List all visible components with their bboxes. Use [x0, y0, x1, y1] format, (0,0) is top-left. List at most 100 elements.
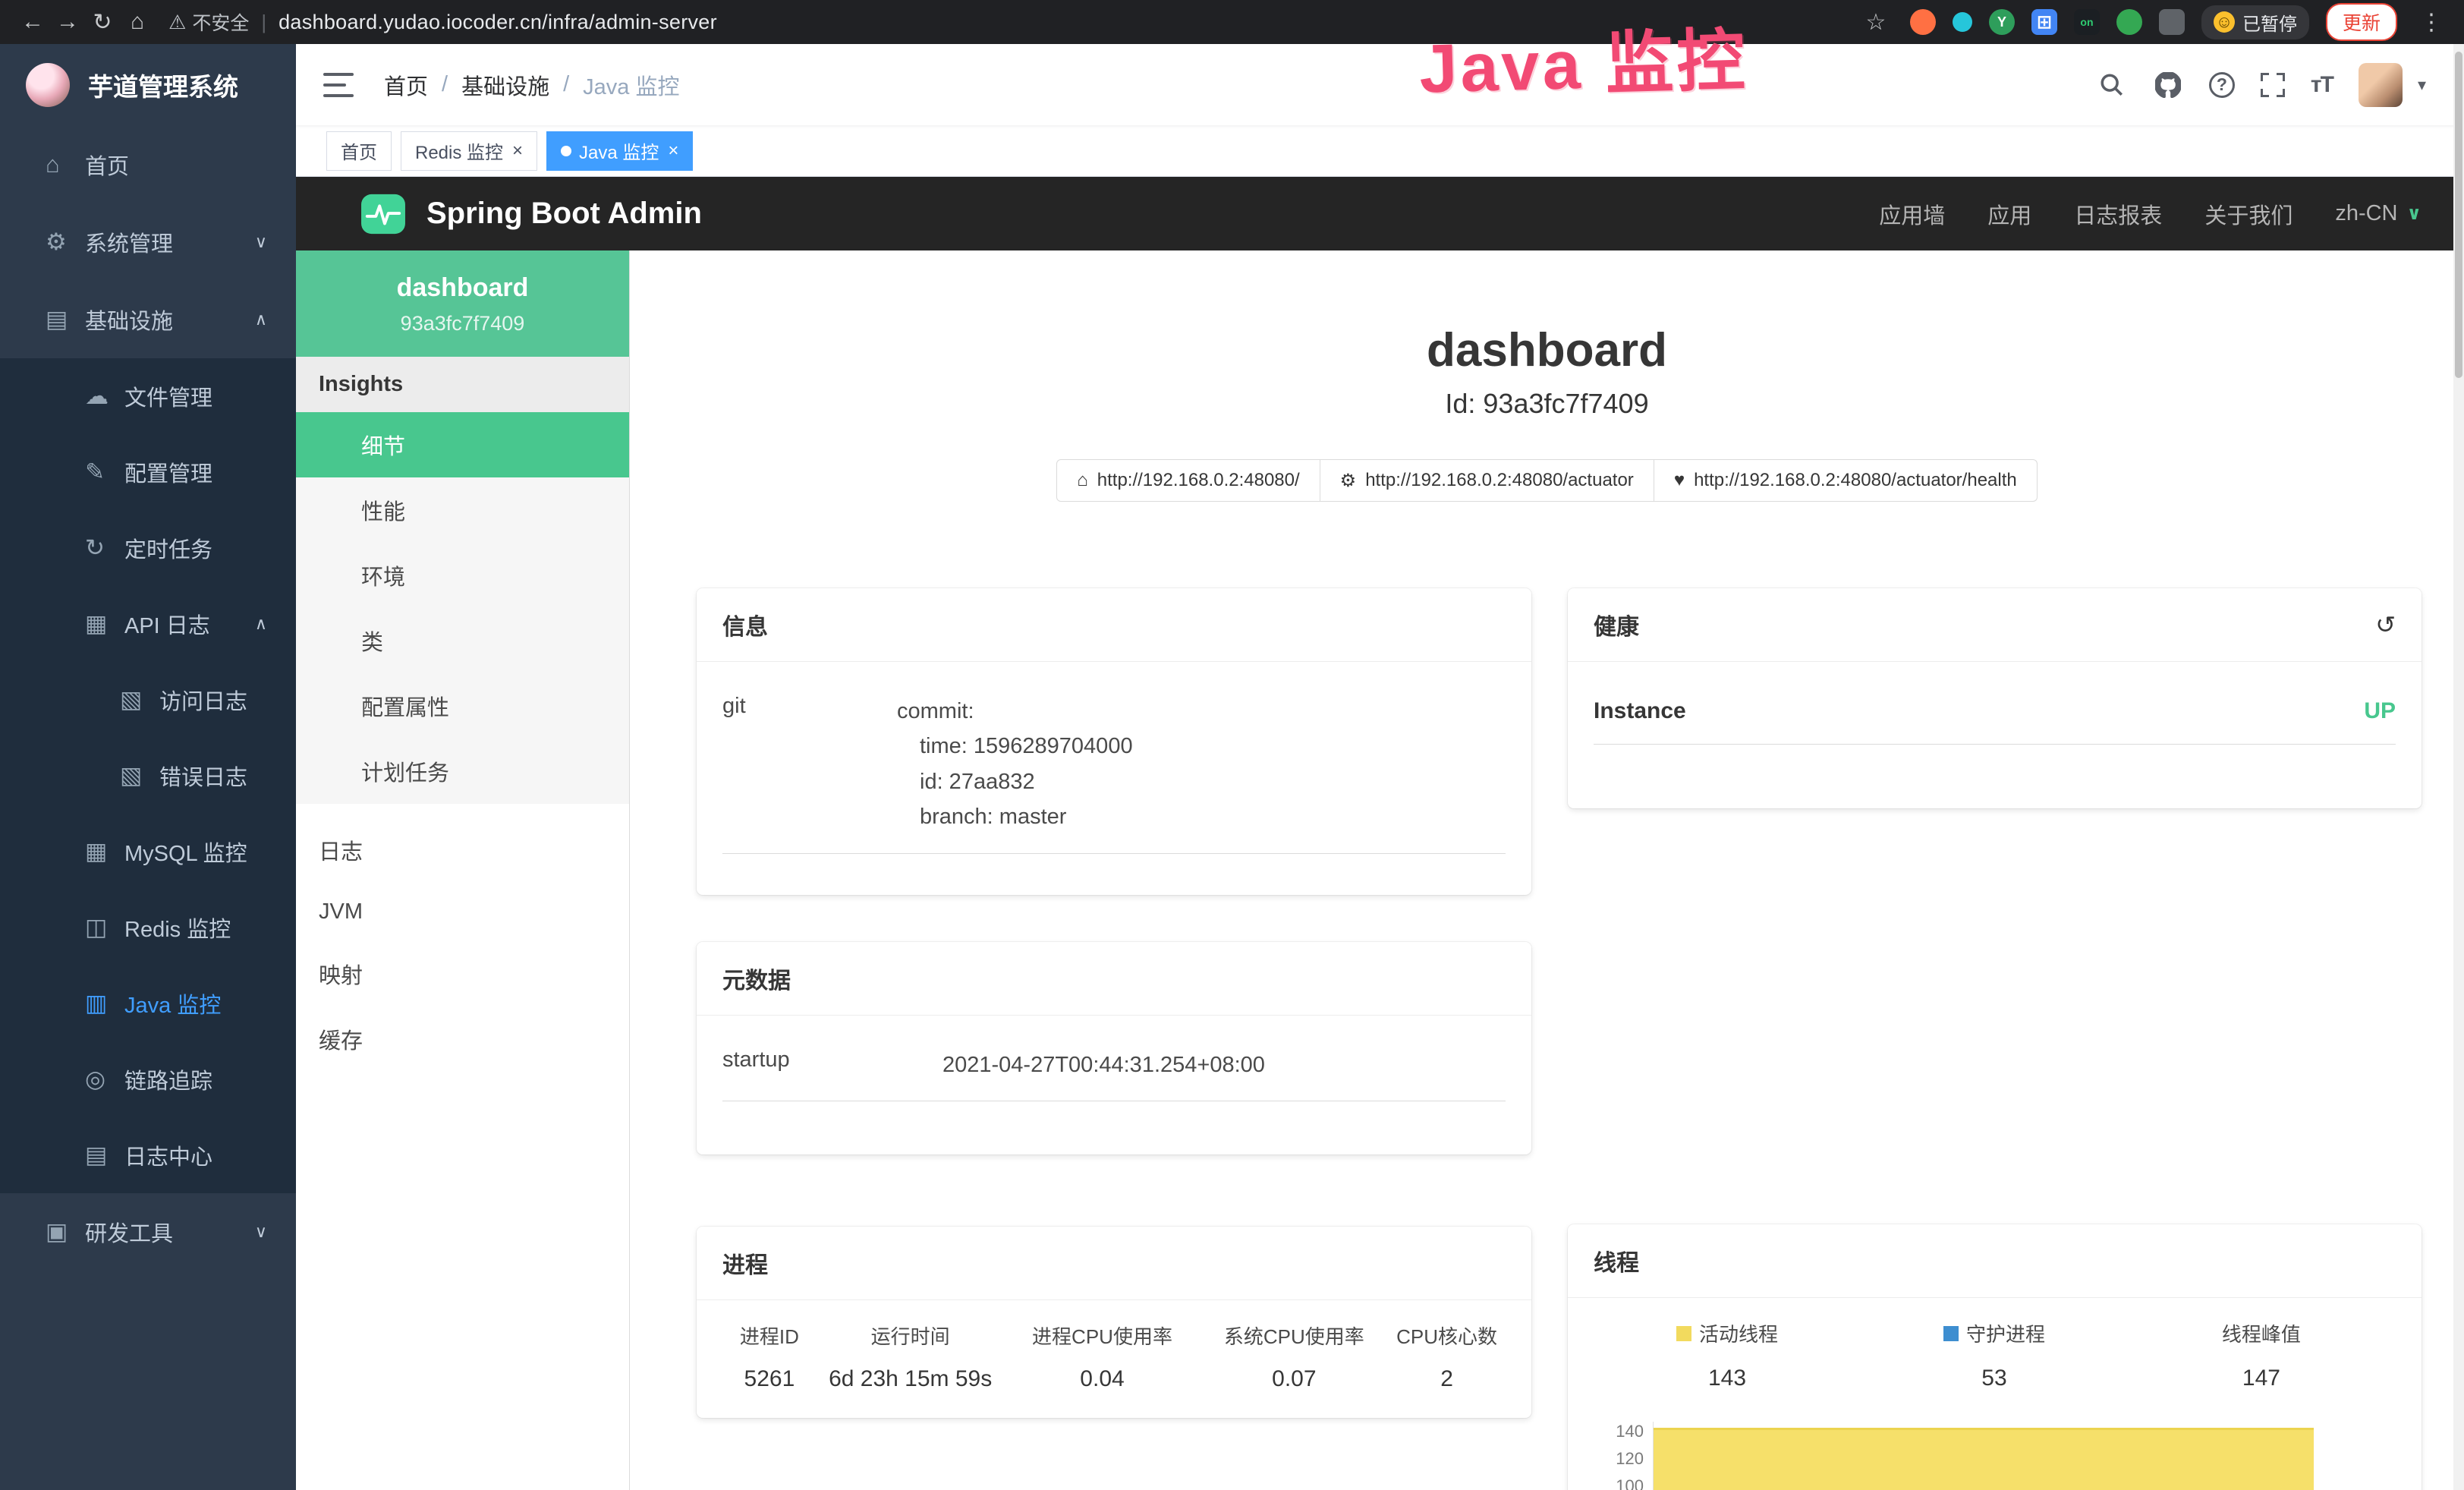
sba-menu-logs[interactable]: 日志	[296, 817, 629, 883]
chevron-up-icon: ∧	[255, 614, 267, 634]
sidebar-item-label: 配置管理	[124, 456, 212, 488]
sba-brand-title[interactable]: Spring Boot Admin	[426, 197, 702, 231]
github-icon[interactable]	[2153, 70, 2183, 100]
cloud-icon: ☁	[85, 383, 124, 410]
sba-language-selector[interactable]: zh-CN ∨	[2335, 201, 2422, 226]
sidebar-item-infrastructure[interactable]: ▤ 基础设施 ∧	[0, 281, 296, 358]
sidebar-item-file-mgmt[interactable]: ☁ 文件管理	[0, 358, 296, 434]
sba-menu-performance[interactable]: 性能	[296, 477, 629, 543]
sidebar-toggle-icon[interactable]	[323, 73, 354, 97]
document-icon: ▦	[85, 610, 124, 638]
fullscreen-icon[interactable]	[2261, 73, 2285, 97]
monitor-icon: ▥	[85, 990, 124, 1017]
extension-icon-green-y[interactable]: Y	[1989, 9, 2015, 35]
browser-reload-icon[interactable]: ↻	[85, 9, 120, 36]
extension-icon-cyan[interactable]	[1953, 12, 1972, 32]
breadcrumb-home[interactable]: 首页	[384, 69, 428, 101]
search-icon[interactable]	[2097, 70, 2127, 100]
sidebar-item-java-monitor[interactable]: ▥ Java 监控	[0, 966, 296, 1041]
sidebar-item-home[interactable]: ⌂ 首页	[0, 126, 296, 203]
chevron-down-icon: ∨	[2407, 203, 2422, 225]
browser-home-icon[interactable]: ⌂	[120, 9, 155, 35]
page-scrollbar[interactable]	[2453, 44, 2464, 1490]
extension-icon-leaf[interactable]	[2116, 9, 2142, 35]
git-id-line: id: 27aa832	[897, 764, 1506, 799]
sidebar-item-redis-monitor[interactable]: ◫ Redis 监控	[0, 890, 296, 966]
sba-nav-about[interactable]: 关于我们	[2204, 198, 2292, 230]
sidebar-item-log-center[interactable]: ▤ 日志中心	[0, 1117, 296, 1193]
sba-nav-journal[interactable]: 日志报表	[2074, 198, 2162, 230]
sba-menu-details[interactable]: 细节	[296, 412, 629, 477]
process-table: 进程ID 5261 运行时间 6d 23h 15m 59s	[722, 1321, 1506, 1392]
sidebar-item-label: 文件管理	[124, 380, 212, 412]
browser-back-icon[interactable]: ←	[15, 9, 50, 35]
health-url-link[interactable]: ♥ http://192.168.0.2:48080/actuator/heal…	[1654, 459, 2038, 502]
legend-color-blue	[1943, 1326, 1959, 1341]
sba-menu-config-props[interactable]: 配置属性	[296, 673, 629, 739]
chrome-update-button[interactable]: 更新	[2326, 3, 2397, 41]
tab-home[interactable]: 首页	[326, 131, 392, 171]
sba-menu-jvm[interactable]: JVM	[296, 883, 629, 941]
service-url-link[interactable]: ⌂ http://192.168.0.2:48080/	[1056, 459, 1320, 502]
sba-menu-scheduled-tasks[interactable]: 计划任务	[296, 739, 629, 804]
logo-avatar	[26, 63, 70, 107]
sba-nav-applications[interactable]: 应用	[1987, 198, 2031, 230]
extension-icon-grid[interactable]: ⊞	[2031, 9, 2057, 35]
sidebar-item-tracing[interactable]: ◎ 链路追踪	[0, 1041, 296, 1117]
live-threads-area	[1654, 1428, 2314, 1490]
info-git-row: git commit: time: 1596289704000 id: 27aa…	[722, 683, 1506, 854]
sidebar-item-access-logs[interactable]: ▧ 访问日志	[0, 662, 296, 738]
tab-java-monitor[interactable]: Java 监控 ×	[546, 131, 693, 171]
sidebar-item-mysql-monitor[interactable]: ▦ MySQL 监控	[0, 814, 296, 890]
extension-icon-orange[interactable]	[1910, 9, 1936, 35]
browser-forward-icon[interactable]: →	[50, 9, 85, 35]
browser-menu-kebab-icon[interactable]: ⋮	[2414, 9, 2449, 36]
sba-logo-icon	[360, 193, 407, 235]
process-col-cpus: CPU核心数 2	[1388, 1321, 1506, 1392]
spring-boot-admin-frame: Spring Boot Admin 应用墙 应用 日志报表 关于我们 zh-CN…	[296, 177, 2464, 1490]
breadcrumb-current: Java 监控	[583, 69, 679, 101]
sidebar-item-system-mgmt[interactable]: ⚙ 系统管理 ∨	[0, 203, 296, 281]
security-warning[interactable]: ⚠ 不安全	[168, 8, 249, 36]
sba-menu-mappings[interactable]: 映射	[296, 941, 629, 1006]
instance-name: dashboard	[311, 273, 614, 303]
sidebar-item-api-logs[interactable]: ▦ API 日志 ∧	[0, 586, 296, 662]
sidebar-item-error-logs[interactable]: ▧ 错误日志	[0, 738, 296, 814]
breadcrumb-infrastructure[interactable]: 基础设施	[461, 69, 549, 101]
history-icon[interactable]: ↺	[2375, 610, 2396, 639]
instance-summary[interactable]: dashboard 93a3fc7f7409	[296, 250, 629, 357]
sba-menu-environment[interactable]: 环境	[296, 543, 629, 608]
sba-nav-wallboard[interactable]: 应用墙	[1879, 198, 1945, 230]
address-bar[interactable]: ⚠ 不安全 | dashboard.yudao.iocoder.cn/infra…	[168, 8, 1858, 36]
logs-icon: ▤	[85, 1142, 124, 1169]
link-label: http://192.168.0.2:48080/actuator	[1365, 470, 1634, 491]
sidebar-item-label: 定时任务	[124, 532, 212, 564]
sidebar-item-scheduled-jobs[interactable]: ↻ 定时任务	[0, 510, 296, 586]
sba-menu-caches[interactable]: 缓存	[296, 1006, 629, 1072]
sidebar-item-config-mgmt[interactable]: ✎ 配置管理	[0, 434, 296, 510]
chevron-down-icon: ∨	[255, 232, 267, 252]
tab-close-icon[interactable]: ×	[512, 140, 523, 162]
infrastructure-icon: ▤	[46, 306, 85, 333]
document-icon: ▧	[120, 762, 159, 789]
sidebar-item-dev-tools[interactable]: ▣ 研发工具 ∨	[0, 1193, 296, 1271]
scrollbar-thumb[interactable]	[2455, 52, 2462, 378]
user-avatar[interactable]	[2359, 63, 2403, 107]
sba-menu-classes[interactable]: 类	[296, 608, 629, 673]
app-logo[interactable]: 芋道管理系统	[0, 44, 296, 126]
extension-icon-puzzle[interactable]	[2159, 9, 2185, 35]
admin-sidebar: 芋道管理系统 ⌂ 首页 ⚙ 系统管理 ∨ ▤ 基础设施 ∧ ☁ 文件管理 ✎ 配…	[0, 44, 296, 1490]
health-instance-label: Instance	[1594, 698, 1686, 724]
threads-legend: 活动线程 143 守护进程	[1594, 1319, 2396, 1391]
tab-close-icon[interactable]: ×	[668, 140, 678, 162]
extension-icon-on-switch[interactable]: on	[2074, 9, 2100, 35]
bookmark-star-icon[interactable]: ☆	[1858, 9, 1893, 36]
avatar-caret-icon[interactable]: ▾	[2418, 75, 2426, 95]
tab-redis-monitor[interactable]: Redis 监控 ×	[401, 131, 537, 171]
help-icon[interactable]: ?	[2209, 72, 2235, 98]
info-card: 信息 git commit: time: 1596289704000 id: 2	[697, 588, 1531, 895]
actuator-url-link[interactable]: ⚙ http://192.168.0.2:48080/actuator	[1320, 459, 1654, 502]
font-size-icon[interactable]: тT	[2311, 72, 2333, 98]
profile-paused-chip[interactable]: ☺ 已暂停	[2201, 5, 2309, 39]
url-separator: |	[261, 11, 266, 34]
